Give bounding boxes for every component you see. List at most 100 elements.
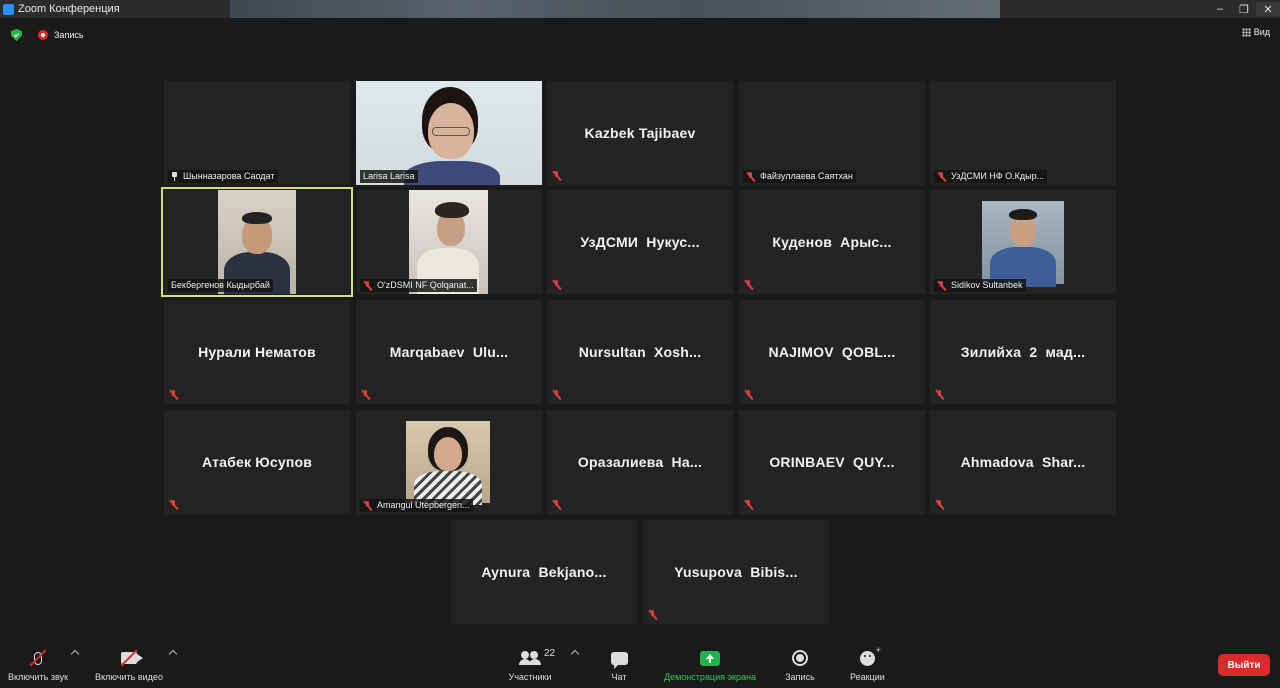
mic-muted-icon [937,171,946,182]
participant-name: Amangul Utepbergen... [377,500,470,510]
participant-tile[interactable]: Larisa Larisa [356,81,542,185]
chat-button[interactable]: Чат [604,648,634,682]
share-screen-button[interactable]: Демонстрация экрана [658,648,762,682]
participant-tile[interactable]: ORINBAEV QUY... [739,410,925,514]
mic-muted-icon [363,280,372,291]
participant-tile[interactable]: Оразалиева На... [547,410,733,514]
participant-tile[interactable]: Yusupova Bibis... [643,520,829,624]
participant-name: Sidikov Sultanbek [951,280,1023,290]
unmute-label: Включить звук [8,672,69,682]
unmute-button[interactable]: Включить звук [8,648,68,682]
video-feed [982,201,1064,287]
participants-button[interactable]: 22 Участники [506,648,556,682]
participant-name: O'zDSMI NF Qolqanat... [377,280,474,290]
pin-icon [171,172,178,181]
participant-display-name: Атабек Юсупов [201,454,313,470]
recording-label: Запись [54,30,84,40]
zoom-app-icon [3,3,14,15]
participant-label: Файзуллаева Саятхан [743,170,856,183]
leave-button[interactable]: Выйти [1218,654,1270,676]
participant-tile[interactable]: Aynura Bekjano... [451,520,637,624]
chat-icon [610,651,628,669]
participant-tile[interactable]: Marqabaev Ulu... [356,300,542,404]
participant-tile[interactable]: Нурали Нематов [164,300,350,404]
mic-muted-icon [552,390,561,400]
participants-label: Участники [508,672,552,682]
participant-display-name: Nursultan Xosh... [578,344,702,360]
participant-label: Amangul Utepbergen... [360,499,473,512]
video-options-chevron-icon[interactable] [168,649,178,659]
audio-options-chevron-icon[interactable] [70,649,80,659]
meeting-toolbar: Включить звук Включить видео 22 Участник… [0,640,1280,688]
reactions-label: Реакции [850,672,885,682]
participant-name: Бекбергенов Кыдырбай [171,280,270,290]
record-icon [38,30,48,40]
mic-muted-icon [744,500,753,510]
mic-muted-icon [169,500,178,510]
participant-tile-active-speaker[interactable]: Бекбергенов Кыдырбай [161,187,353,297]
participant-tile[interactable]: Kazbek Tajibaev [547,81,733,185]
participant-display-name: Marqabaev Ulu... [389,344,509,360]
participant-tile[interactable]: Ahmadova Shar... [930,410,1116,514]
mic-muted-icon [935,500,944,510]
mic-muted-icon [935,390,944,400]
record-button-icon [792,650,808,666]
participant-label: Sidikov Sultanbek [934,279,1026,292]
meeting-info-bar: Запись Вид [0,26,1280,44]
participant-display-name: УзДСМИ Нукус... [580,234,700,250]
participant-tile[interactable]: Шынназарова Саодат [164,81,350,185]
view-label: Вид [1253,27,1270,37]
participant-label: O'zDSMI NF Qolqanat... [360,279,477,292]
participant-tile[interactable]: Sidikov Sultanbek [930,190,1116,294]
mic-muted-icon [648,610,657,620]
participant-tile[interactable]: УзДСМИ Нукус... [547,190,733,294]
share-screen-label: Демонстрация экрана [664,672,756,682]
start-video-label: Включить видео [95,672,163,682]
participant-name: Larisa Larisa [363,171,415,181]
participant-display-name: Kazbek Tajibaev [584,125,696,141]
participants-count: 22 [544,648,556,659]
mic-muted-icon [363,500,372,511]
maximize-button[interactable]: ❐ [1232,2,1256,16]
mic-muted-icon [937,280,946,291]
participants-icon [519,651,541,665]
participant-display-name: Ahmadova Shar... [960,454,1086,470]
participant-display-name: Зилийха 2 мад... [960,344,1086,360]
mic-muted-icon [361,390,370,400]
participant-tile[interactable]: Атабек Юсупов [164,410,350,514]
participant-name: Шынназарова Саодат [183,171,275,181]
mic-muted-icon [744,390,753,400]
start-video-button[interactable]: Включить видео [95,648,163,682]
participant-tile[interactable]: Зилийха 2 мад... [930,300,1116,404]
participant-tile[interactable]: Nursultan Xosh... [547,300,733,404]
reactions-button[interactable]: Реакции [850,645,885,683]
reactions-icon [859,645,881,666]
record-button[interactable]: Запись [785,648,815,682]
minimize-button[interactable]: – [1208,2,1232,16]
participant-display-name: Yusupova Bibis... [674,564,798,580]
participant-tile[interactable]: Amangul Utepbergen... [356,410,542,514]
participant-tile[interactable]: O'zDSMI NF Qolqanat... [356,190,542,294]
grid-icon [1241,27,1251,37]
shield-icon[interactable] [11,29,22,41]
window-title: Zoom Конференция [18,3,120,15]
participant-tile[interactable]: УзДСМИ НФ О.Кдыр... [930,81,1116,185]
participant-display-name: Куденов Арыс... [772,234,892,250]
chat-label: Чат [611,672,627,682]
participant-tile[interactable]: Куденов Арыс... [739,190,925,294]
participants-options-chevron-icon[interactable] [570,649,580,659]
participant-tile[interactable]: NAJIMOV QOBL... [739,300,925,404]
participant-display-name: NAJIMOV QOBL... [768,344,896,360]
participant-name: Файзуллаева Саятхан [760,171,853,181]
participant-tile[interactable]: Файзуллаева Саятхан [739,81,925,185]
share-screen-icon [700,650,720,666]
mic-muted-icon [746,171,755,182]
mic-muted-icon [744,280,753,290]
participant-display-name: Оразалиева На... [577,454,703,470]
participant-name: УзДСМИ НФ О.Кдыр... [951,171,1045,181]
video-feed [406,421,490,505]
mic-muted-icon [552,500,561,510]
close-button[interactable]: ✕ [1256,2,1280,16]
participant-label: УзДСМИ НФ О.Кдыр... [934,170,1048,183]
view-button[interactable]: Вид [1241,27,1270,37]
